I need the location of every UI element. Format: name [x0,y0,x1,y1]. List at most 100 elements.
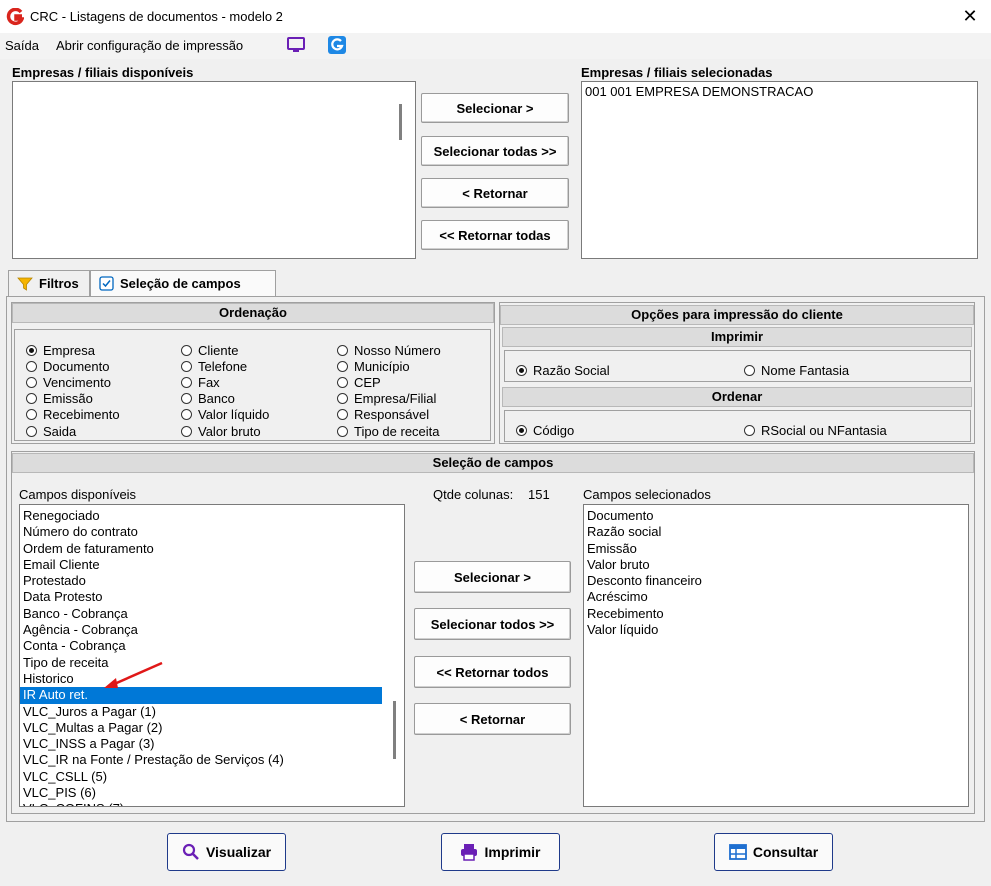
radio-dot [181,409,192,421]
radio-label: Empresa [43,342,96,358]
ordering-radio[interactable]: Cliente [181,342,238,358]
selected-companies-label: Empresas / filiais selecionadas [581,65,773,80]
return-company-label: < Retornar [462,185,528,201]
ordering-radio[interactable]: Valor bruto [181,423,261,439]
list-item[interactable]: Valor líquido [584,622,968,638]
radio-label: RSocial ou NFantasia [761,422,887,438]
close-icon[interactable]: ✕ [960,6,980,27]
radio-label: Valor líquido [198,407,270,423]
list-item[interactable]: Número do contrato [20,524,404,540]
selected-fields-items: Documento Razão social Emissão Valor bruto D… [584,505,968,638]
return-all-companies-label: << Retornar todas [439,227,551,243]
select-all-fields-label: Selecionar todos >> [430,616,555,632]
list-item[interactable]: Recebimento [584,606,968,622]
ordering-radio[interactable]: Telefone [181,358,247,374]
list-item[interactable]: Conta - Cobrança [20,638,404,654]
list-item[interactable]: Renegociado [20,508,404,524]
selected-companies-list[interactable]: 001 001 EMPRESA DEMONSTRACAO [581,81,978,259]
list-item[interactable]: VLC_Juros a Pagar (1) [20,704,404,720]
list-item[interactable]: Historico [20,671,404,687]
radio-codigo[interactable]: Código [516,422,574,438]
client-print-title: Opções para impressão do cliente [500,305,974,325]
select-field-button[interactable]: Selecionar > [414,561,571,593]
ordering-radio[interactable]: CEP [337,374,381,390]
ordering-radio[interactable]: Município [337,358,410,374]
ordering-radio[interactable]: Tipo de receita [337,423,440,439]
radio-label: Banco [198,391,235,407]
monitor-icon[interactable] [286,36,306,54]
list-item[interactable]: VLC_IR na Fonte / Prestação de Serviços … [20,752,404,768]
query-button[interactable]: Consultar [714,833,833,871]
list-item[interactable]: Acréscimo [584,589,968,605]
scrollbar-thumb[interactable] [399,104,402,140]
select-all-companies-button[interactable]: Selecionar todas >> [421,136,569,166]
list-item[interactable]: Razão social [584,524,968,540]
ordering-radio[interactable]: Banco [181,391,235,407]
list-item[interactable]: Emissão [584,541,968,557]
list-item[interactable]: VLC_CSLL (5) [20,769,404,785]
scrollbar-thumb[interactable] [393,701,396,759]
window-title: CRC - Listagens de documentos - modelo 2 [30,9,283,24]
return-field-button[interactable]: < Retornar [414,703,571,735]
list-item[interactable]: VLC_COFINS (7) [20,801,404,806]
list-item[interactable]: Data Protesto [20,589,404,605]
radio-dot [181,393,192,405]
available-fields-list[interactable]: Renegociado Número do contrato Ordem de fa… [19,504,405,807]
tab-field-selection[interactable]: Seleção de campos [90,270,276,296]
list-item[interactable]: Protestado [20,573,404,589]
list-item[interactable]: Documento [584,508,968,524]
list-item[interactable]: 001 001 EMPRESA DEMONSTRACAO [582,84,977,100]
return-all-companies-button[interactable]: << Retornar todas [421,220,569,250]
selected-fields-list[interactable]: Documento Razão social Emissão Valor bruto D… [583,504,969,807]
magnifier-icon [182,843,199,860]
list-item[interactable]: Valor bruto [584,557,968,573]
radio-label: Fax [198,374,220,390]
ordering-radio[interactable]: Responsável [337,407,429,423]
menu-open-print-config[interactable]: Abrir configuração de impressão [56,38,243,53]
ordering-radio[interactable]: Vencimento [26,374,111,390]
ordering-radio[interactable]: Recebimento [26,407,120,423]
radio-label: Município [354,358,410,374]
ordering-radio[interactable]: Empresa/Filial [337,391,436,407]
ordering-radio[interactable]: Nosso Número [337,342,441,358]
list-item[interactable]: Desconto financeiro [584,573,968,589]
select-field-label: Selecionar > [454,569,531,585]
list-item[interactable]: Tipo de receita [20,655,404,671]
print-subtitle: Imprimir [502,327,972,347]
available-fields-label: Campos disponíveis [19,487,137,502]
radio-dot [26,393,37,405]
list-item[interactable]: Email Cliente [20,557,404,573]
order-subtitle: Ordenar [502,387,972,407]
list-item[interactable]: VLC_PIS (6) [20,785,404,801]
list-item[interactable]: IR Auto ret. [20,687,382,704]
radio-rsocial-nfantasia[interactable]: RSocial ou NFantasia [744,422,887,438]
view-button[interactable]: Visualizar [167,833,286,871]
select-all-fields-button[interactable]: Selecionar todos >> [414,608,571,640]
ordering-radio[interactable]: Saida [26,423,76,439]
list-item[interactable]: Agência - Cobrança [20,622,404,638]
radio-nome-fantasia[interactable]: Nome Fantasia [744,362,849,378]
ordering-radio[interactable]: Empresa [26,342,95,358]
radio-dot [337,376,348,388]
available-companies-list[interactable] [12,81,416,259]
column-count-label: Qtde colunas: [433,487,514,502]
select-company-button[interactable]: Selecionar > [421,93,569,123]
list-item[interactable]: VLC_INSS a Pagar (3) [20,736,404,752]
radio-razao-social[interactable]: Razão Social [516,362,610,378]
ordering-radio[interactable]: Documento [26,358,109,374]
radio-dot [337,360,348,372]
ordering-radio[interactable]: Fax [181,374,220,390]
menu-exit[interactable]: Saída [5,38,39,53]
radio-label: Emissão [43,391,93,407]
available-companies-label: Empresas / filiais disponíveis [12,65,194,80]
tab-filters[interactable]: Filtros [8,270,90,296]
return-company-button[interactable]: < Retornar [421,178,569,208]
list-item[interactable]: Banco - Cobrança [20,606,404,622]
return-all-fields-button[interactable]: << Retornar todos [414,656,571,688]
list-item[interactable]: VLC_Multas a Pagar (2) [20,720,404,736]
print-button[interactable]: Imprimir [441,833,560,871]
list-item[interactable]: Ordem de faturamento [20,541,404,557]
ordering-radio[interactable]: Valor líquido [181,407,269,423]
g-logo-icon[interactable] [327,35,347,55]
ordering-radio[interactable]: Emissão [26,391,93,407]
